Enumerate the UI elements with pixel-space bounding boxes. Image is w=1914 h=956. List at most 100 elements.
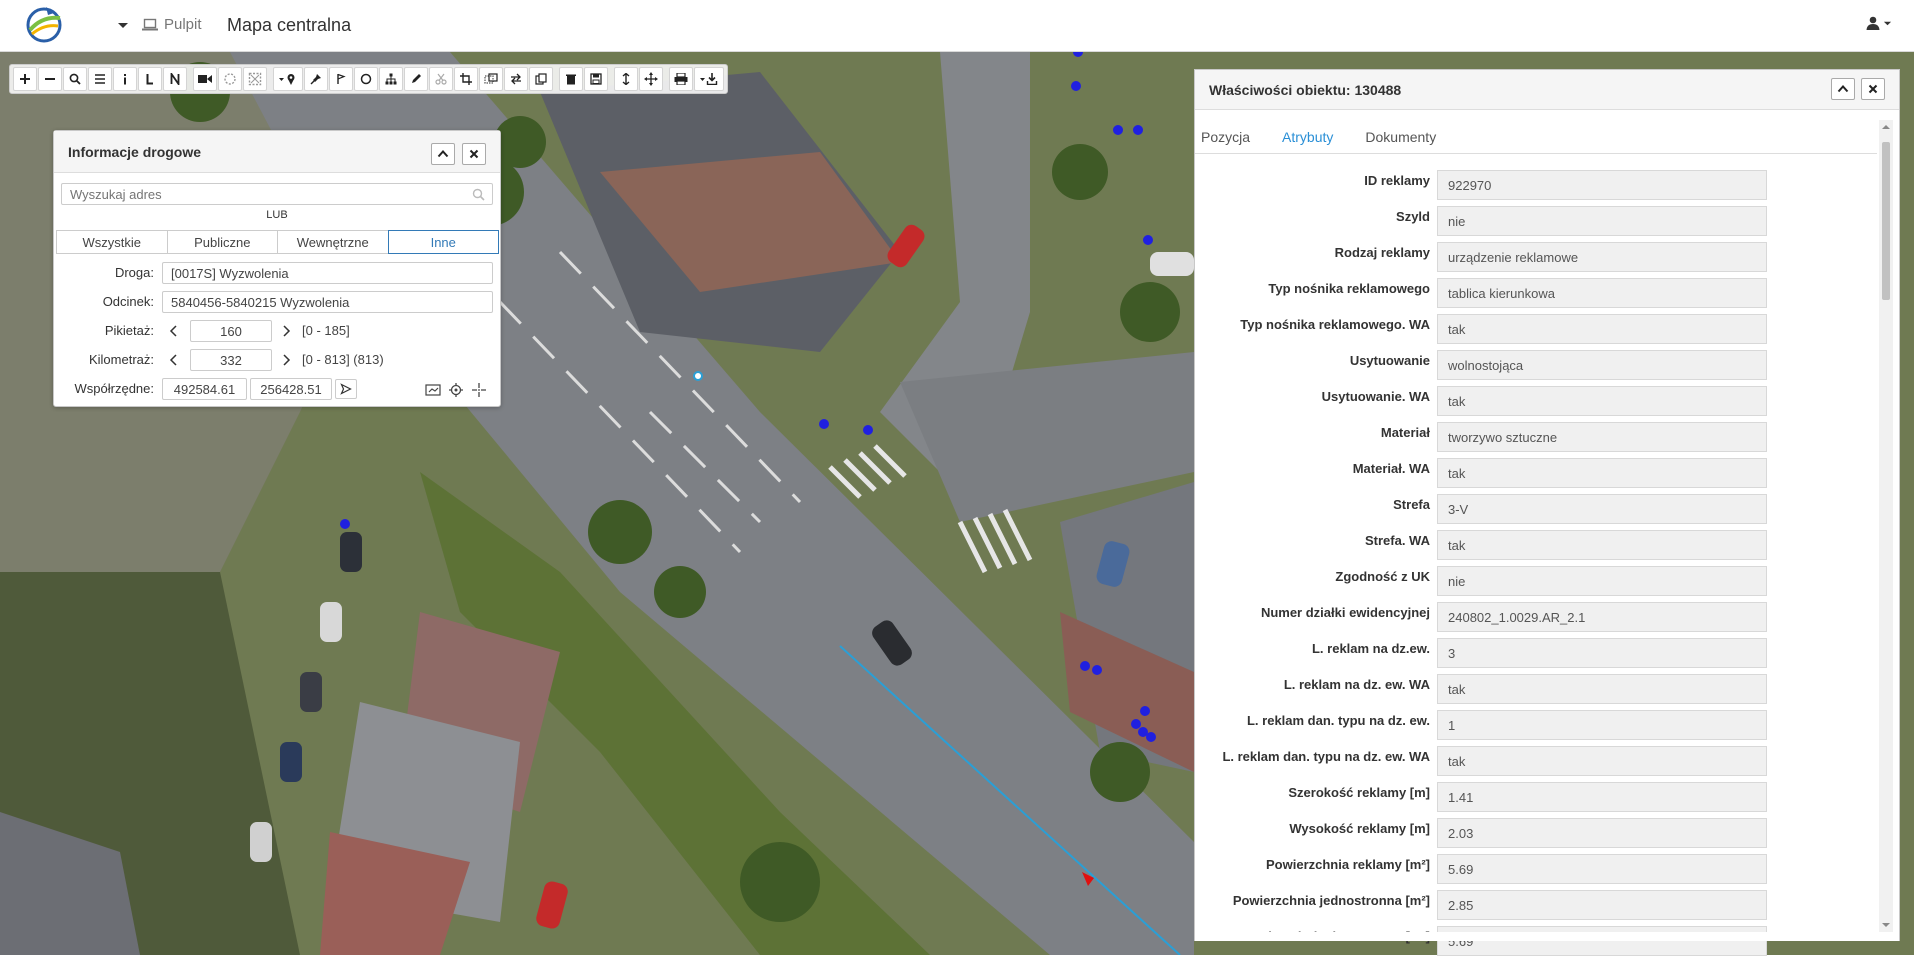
pan-button[interactable] — [639, 67, 663, 91]
kilometer-increase-icon[interactable] — [280, 353, 292, 367]
attribute-value[interactable]: 2.85 — [1437, 890, 1767, 920]
collapse-road-panel-button[interactable] — [431, 143, 455, 165]
zoom-out-button[interactable] — [38, 67, 62, 91]
letter-n-tool-button[interactable] — [163, 67, 187, 91]
swap-tool-button[interactable] — [504, 67, 528, 91]
attribute-value[interactable]: wolnostojąca — [1437, 350, 1767, 380]
menu-caret-icon[interactable] — [116, 18, 130, 32]
selected-point-marker[interactable] — [693, 371, 703, 381]
attribute-value[interactable]: 3 — [1437, 638, 1767, 668]
cut-tool-button[interactable] — [429, 67, 453, 91]
attribute-value[interactable]: 2.03 — [1437, 818, 1767, 848]
attribute-value[interactable]: urządzenie reklamowe — [1437, 242, 1767, 272]
filter-public-button[interactable]: Publiczne — [166, 230, 278, 254]
attribute-row: Wysokość reklamy [m] 2.03 — [1195, 818, 1877, 848]
attribute-row: Materiał tworzywo sztuczne — [1195, 422, 1877, 452]
zoom-in-button[interactable] — [13, 67, 37, 91]
app-logo[interactable] — [24, 4, 64, 44]
close-icon — [469, 149, 479, 159]
chainage-decrease-icon[interactable] — [168, 324, 180, 338]
attribute-label: Numer działki ewidencyjnej — [1260, 605, 1430, 620]
copy-tool-button[interactable] — [529, 67, 553, 91]
flag-icon — [337, 73, 346, 84]
save-button[interactable] — [584, 67, 608, 91]
search-map-button[interactable] — [63, 67, 87, 91]
camera-button[interactable] — [193, 67, 217, 91]
filter-other-button[interactable]: Inne — [387, 230, 499, 254]
attribute-value[interactable]: nie — [1437, 206, 1767, 236]
attribute-value[interactable]: tak — [1437, 530, 1767, 560]
attribute-row: Typ nośnika reklamowego tablica kierunkow… — [1195, 278, 1877, 308]
scroll-up-arrow-icon[interactable] — [1881, 122, 1891, 132]
address-search-input[interactable] — [61, 183, 493, 205]
delete-button[interactable] — [559, 67, 583, 91]
plus-icon — [20, 74, 30, 84]
attribute-value[interactable]: tablica kierunkowa — [1437, 278, 1767, 308]
attribute-value[interactable]: tak — [1437, 386, 1767, 416]
layers-button[interactable] — [88, 67, 112, 91]
attribute-value[interactable]: tworzywo sztuczne — [1437, 422, 1767, 452]
collapse-properties-button[interactable] — [1831, 78, 1855, 100]
locate-button[interactable] — [446, 380, 466, 400]
filter-internal-button[interactable]: Wewnętrzne — [277, 230, 389, 254]
segment-field[interactable]: 5840456-5840215 Wyzwolenia — [162, 291, 493, 313]
center-map-button[interactable] — [469, 380, 489, 400]
circle-tool-button[interactable] — [354, 67, 378, 91]
edit-tool-button[interactable] — [404, 67, 428, 91]
attribute-value[interactable]: 1.41 — [1437, 782, 1767, 812]
chainage-increase-icon[interactable] — [280, 324, 292, 338]
attribute-label: Szerokość reklamy [m] — [1288, 785, 1430, 800]
road-label: Droga: — [114, 265, 154, 280]
tab-position[interactable]: Pozycja — [1195, 120, 1266, 154]
attribute-value[interactable]: 240802_1.0029.AR_2.1 — [1437, 602, 1767, 632]
close-properties-button[interactable] — [1861, 78, 1885, 100]
attribute-value[interactable]: tak — [1437, 314, 1767, 344]
measure-area-button[interactable] — [218, 67, 242, 91]
attribute-label: L. reklam dan. typu na dz. ew. — [1246, 713, 1430, 728]
attribute-value[interactable]: tak — [1437, 674, 1767, 704]
pin-tool-button[interactable] — [304, 67, 328, 91]
go-to-coordinates-button[interactable] — [335, 379, 357, 399]
attribute-value[interactable]: tak — [1437, 746, 1767, 776]
vertical-move-button[interactable] — [614, 67, 638, 91]
kilometer-decrease-icon[interactable] — [168, 353, 180, 367]
attribute-row: Materiał. WA tak — [1195, 458, 1877, 488]
tab-documents[interactable]: Dokumenty — [1349, 120, 1452, 154]
or-separator-label: LUB — [266, 209, 288, 221]
user-menu-button[interactable] — [1866, 16, 1892, 30]
crop-tool-button[interactable] — [454, 67, 478, 91]
coordinate-x-field[interactable]: 492584.61 — [162, 378, 247, 400]
attribute-value[interactable]: 5.69 — [1437, 926, 1767, 956]
road-field[interactable]: [0017S] Wyzwolenia — [162, 262, 493, 284]
coordinate-y-field[interactable]: 256428.51 — [250, 378, 332, 400]
split-tool-button[interactable] — [479, 67, 503, 91]
attribute-value[interactable]: tak — [1437, 458, 1767, 488]
export-dropdown-button[interactable] — [694, 67, 724, 91]
attribute-value[interactable]: 1 — [1437, 710, 1767, 740]
marker-dropdown-button[interactable] — [273, 67, 303, 91]
attribute-value[interactable]: 3-V — [1437, 494, 1767, 524]
tab-attributes[interactable]: Atrybuty — [1266, 120, 1349, 154]
letter-l-tool-button[interactable] — [138, 67, 162, 91]
attribute-value[interactable]: 5.69 — [1437, 854, 1767, 884]
close-road-panel-button[interactable] — [462, 143, 486, 165]
scroll-thumb[interactable] — [1882, 142, 1890, 300]
print-button[interactable] — [669, 67, 693, 91]
network-tool-button[interactable] — [379, 67, 403, 91]
properties-scrollbar[interactable] — [1879, 120, 1893, 932]
chainage-field[interactable]: 160 — [190, 320, 272, 342]
scroll-down-arrow-icon[interactable] — [1881, 920, 1891, 930]
nav-pulpit-link[interactable]: Pulpit — [142, 16, 202, 33]
flag-tool-button[interactable] — [329, 67, 353, 91]
sitemap-icon — [385, 73, 397, 85]
info-tool-button[interactable] — [113, 67, 137, 91]
attribute-value[interactable]: 922970 — [1437, 170, 1767, 200]
properties-tabs: Pozycja Atrybuty Dokumenty — [1195, 120, 1877, 154]
pick-on-map-button[interactable] — [423, 380, 443, 400]
kilometer-field[interactable]: 332 — [190, 349, 272, 371]
select-box-button[interactable] — [243, 67, 267, 91]
attribute-value[interactable]: nie — [1437, 566, 1767, 596]
search-icon[interactable] — [472, 188, 485, 201]
filter-all-button[interactable]: Wszystkie — [56, 230, 168, 254]
top-navbar: Pulpit Mapa centralna — [0, 0, 1914, 52]
